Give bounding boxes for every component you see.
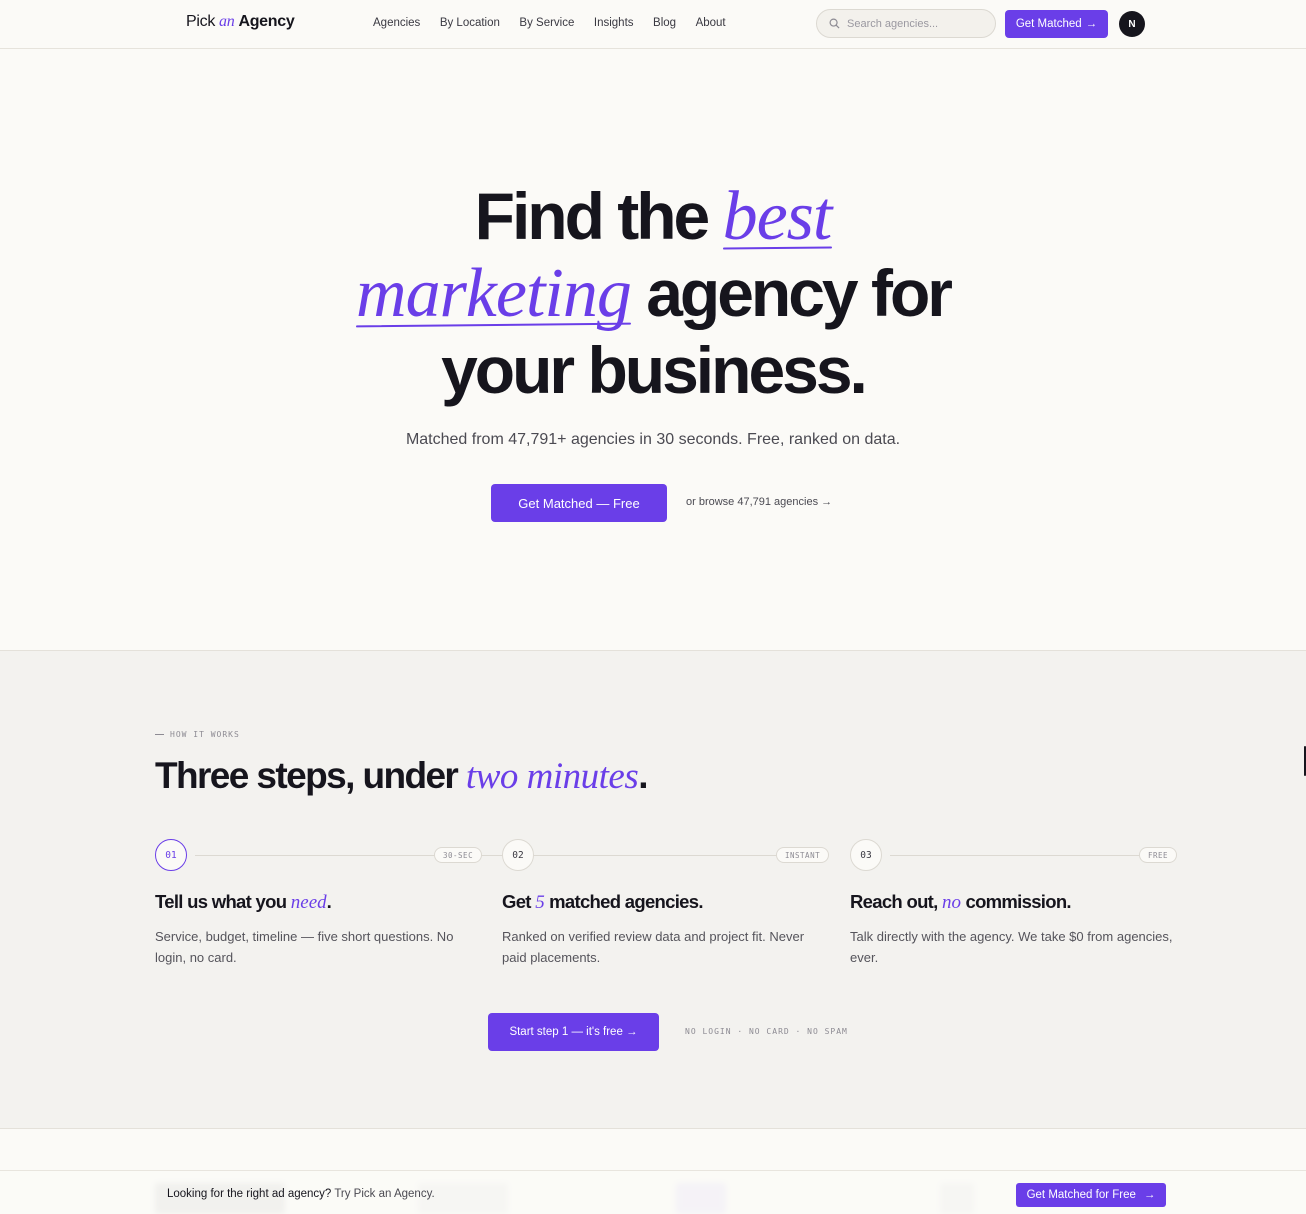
step-number: 03 — [850, 839, 882, 871]
step-title-emphasis: 5 — [535, 892, 545, 913]
hero-line3-text: your business. — [441, 333, 868, 407]
step-title-text: Tell us what you — [155, 891, 287, 912]
step-title-emphasis: need — [290, 892, 327, 913]
step-number: 01 — [155, 839, 187, 871]
bottom-banner: Looking for the right ad agency? Try Pic… — [0, 1170, 1306, 1214]
step-number: 02 — [502, 839, 534, 871]
step-tag: INSTANT — [776, 847, 830, 863]
step-tag: FREE — [1139, 847, 1178, 863]
logo-word-agency: Agency — [238, 13, 295, 30]
eyebrow-label: HOW IT WORKS — [170, 730, 240, 739]
hero-word-marketing: marketing — [356, 255, 632, 332]
nav-links: Agencies By Location By Service Insights… — [373, 17, 745, 29]
section-title: Three steps, under two minutes. — [155, 755, 648, 798]
step-card-1: 01 30-SEC Tell us what you need. Service… — [155, 839, 585, 965]
step-header: 01 30-SEC — [155, 839, 585, 871]
search-input[interactable] — [847, 17, 987, 30]
step-description: Talk directly with the agency. We take $… — [850, 929, 1173, 965]
search-box[interactable] — [816, 9, 996, 38]
hero-line1-text: Find the — [474, 179, 711, 253]
arrow-right-icon: → — [1085, 18, 1098, 30]
get-matched-free-button[interactable]: Get Matched — Free — [491, 484, 667, 522]
banner-question: Looking for the right ad agency? — [167, 1188, 332, 1200]
hero-line2-text: agency for — [646, 256, 953, 330]
step-title: Get 5 matched agencies. — [502, 891, 704, 914]
search-icon — [829, 18, 840, 29]
start-step-button[interactable]: Start step 1 — it's free → — [488, 1013, 659, 1051]
step-title: Reach out, no commission. — [850, 891, 1072, 914]
step-tag: 30-SEC — [434, 847, 483, 863]
logo-word-an: an — [219, 13, 235, 30]
get-matched-nav-button[interactable]: Get Matched → — [1005, 10, 1108, 38]
logo-word-pick: Pick — [186, 13, 216, 30]
banner-suggestion: Try Pick an Agency. — [334, 1188, 435, 1200]
step-divider — [542, 855, 782, 856]
nav-link-by-location[interactable]: By Location — [440, 17, 500, 29]
step-divider — [890, 855, 1140, 856]
top-nav: Pick an Agency Agencies By Location By Ser… — [0, 0, 1306, 49]
nav-link-blog[interactable]: Blog — [653, 17, 676, 29]
step-description: Ranked on verified review data and proje… — [502, 929, 805, 965]
step-title: Tell us what you need. — [155, 891, 332, 914]
section-title-emphasis: two minutes — [465, 756, 639, 797]
step-title-end: matched agencies. — [549, 891, 703, 912]
how-it-works-section: HOW IT WORKS Three steps, under two minu… — [0, 650, 1306, 1129]
get-matched-nav-label: Get Matched — [1015, 18, 1082, 30]
fine-print: NO LOGIN · NO CARD · NO SPAM — [685, 1027, 848, 1036]
step-title-text: Get — [502, 891, 531, 912]
get-matched-for-free-button[interactable]: Get Matched for Free → — [1016, 1183, 1166, 1207]
step-card-3: 03 FREE Reach out, no commission. Talk d… — [850, 839, 1180, 965]
section-title-text: Three steps, under — [155, 755, 459, 796]
browse-agencies-link[interactable]: or browse 47,791 agencies → — [686, 496, 832, 508]
avatar[interactable]: N — [1119, 11, 1145, 37]
nav-link-about[interactable]: About — [696, 17, 726, 29]
hero-word-best: best — [722, 178, 833, 255]
section-eyebrow: HOW IT WORKS — [155, 730, 240, 739]
banner-cta-label: Get Matched for Free — [1026, 1189, 1136, 1201]
hero-title: Find the best marketing agency for your … — [0, 178, 1306, 408]
arrow-right-icon: → — [1143, 1189, 1156, 1201]
banner-text: Looking for the right ad agency? Try Pic… — [167, 1188, 435, 1200]
step-title-emphasis: no — [942, 892, 962, 913]
step-description: Service, budget, timeline — five short q… — [155, 929, 454, 965]
step-card-2: 02 INSTANT Get 5 matched agencies. Ranke… — [502, 839, 832, 965]
step-header: 03 FREE — [850, 839, 1180, 871]
step-title-text: Reach out, — [850, 891, 938, 912]
nav-link-agencies[interactable]: Agencies — [373, 17, 420, 29]
logo[interactable]: Pick an Agency — [186, 13, 295, 31]
step-title-end: commission. — [965, 891, 1071, 912]
hero-subtitle: Matched from 47,791+ agencies in 30 seco… — [405, 431, 901, 448]
eyebrow-dash — [155, 734, 164, 735]
nav-link-insights[interactable]: Insights — [594, 17, 634, 29]
nav-link-by-service[interactable]: By Service — [519, 17, 574, 29]
step-title-end: . — [326, 891, 332, 912]
section-title-period: . — [638, 755, 648, 796]
step-header: 02 INSTANT — [502, 839, 832, 871]
